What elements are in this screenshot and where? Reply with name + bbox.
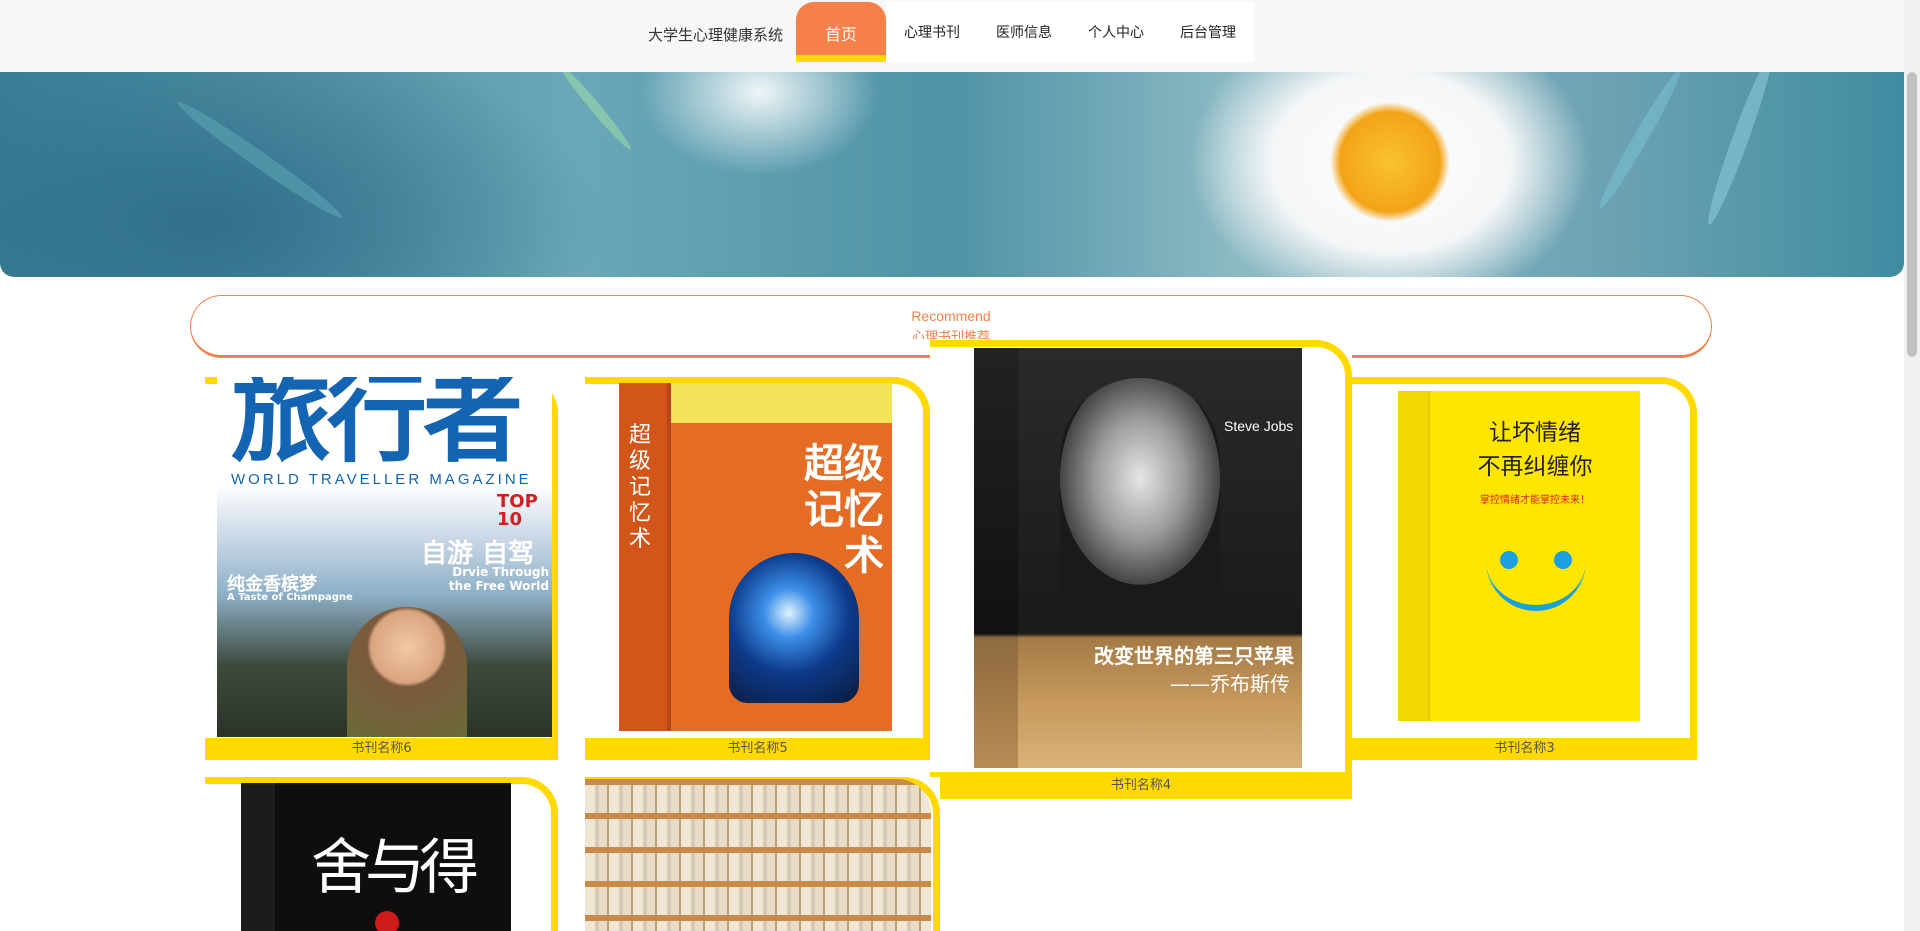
cover-title: 舍与得 — [311, 833, 479, 903]
book-card[interactable]: 舍与得 — [205, 777, 558, 931]
top-navbar: 大学生心理健康系统 首页 心理书刊 医师信息 个人中心 后台管理 — [0, 0, 1904, 72]
portrait — [1060, 378, 1220, 608]
grass-blade — [1593, 72, 1687, 212]
section-title-en: Recommend — [911, 308, 991, 324]
section-title-cn: 心理书刊推荐 — [911, 330, 990, 339]
book-cover: 超级记忆术 超级记忆术 — [619, 383, 892, 731]
book-card[interactable]: 让坏情绪 不再纠缠你 掌控情绪才能掌控未来！ 书刊名称3 — [1352, 377, 1697, 760]
cover-line: Drvie Through the Free World — [448, 565, 549, 593]
cover-title: 让坏情绪 — [1489, 420, 1581, 446]
grass-blade — [173, 96, 347, 224]
nav-admin[interactable]: 后台管理 — [1162, 2, 1254, 62]
grass-blade — [555, 72, 635, 153]
smiley-mouth — [1486, 561, 1586, 611]
page: 大学生心理健康系统 首页 心理书刊 医师信息 个人中心 后台管理 Recomme… — [0, 0, 1920, 931]
book-caption[interactable]: 书刊名称4 — [930, 772, 1352, 799]
cover-subtitle: 掌控情绪才能掌控未来！ — [1480, 495, 1590, 506]
cover-line: A Taste of Champagne — [227, 592, 353, 603]
book-spine — [1398, 391, 1430, 721]
page-scrollbar[interactable] — [1904, 0, 1920, 931]
cover-title: 旅行者 — [231, 377, 523, 476]
cover-title: 改变世界的第三只苹果 — [1094, 644, 1294, 668]
main-nav: 首页 心理书刊 医师信息 个人中心 后台管理 — [796, 2, 1254, 62]
book-card[interactable]: 旅行者 WORLD TRAVELLER MAGAZINE TOP 10 自游 自… — [205, 377, 558, 760]
book-spine — [241, 783, 275, 931]
scrollbar-thumb[interactable] — [1907, 72, 1917, 357]
book-card[interactable] — [585, 777, 940, 931]
book-card[interactable]: 超级记忆术 超级记忆术 书刊名称5 — [585, 377, 930, 760]
grass-blade — [1701, 72, 1779, 228]
book-card[interactable]: Steve Jobs 改变世界的第三只苹果 ——乔布斯传 书刊名称4 — [930, 340, 1352, 800]
cover-badge: TOP 10 — [497, 491, 538, 530]
cover-author: Steve Jobs — [1224, 418, 1294, 434]
book-cover: 舍与得 — [241, 783, 511, 931]
spine-title: 超级记忆术 — [629, 423, 652, 552]
book-caption[interactable]: 书刊名称5 — [585, 738, 930, 760]
book-cover: Steve Jobs 改变世界的第三只苹果 ——乔布斯传 — [974, 348, 1302, 768]
bookshelf-image — [585, 779, 931, 931]
brain-illustration — [729, 553, 859, 703]
cover-band — [671, 383, 892, 423]
red-seal — [375, 911, 399, 931]
nav-profile[interactable]: 个人中心 — [1070, 2, 1162, 62]
nav-books[interactable]: 心理书刊 — [886, 2, 978, 62]
book-cover: 让坏情绪 不再纠缠你 掌控情绪才能掌控未来！ — [1398, 391, 1640, 721]
banner-carousel[interactable] — [0, 72, 1904, 277]
book-caption[interactable]: 书刊名称6 — [205, 738, 558, 760]
cover-subtitle: WORLD TRAVELLER MAGAZINE — [231, 471, 532, 488]
cover-person — [347, 607, 467, 737]
book-caption[interactable]: 书刊名称3 — [1352, 738, 1697, 760]
book-cover: 旅行者 WORLD TRAVELLER MAGAZINE TOP 10 自游 自… — [217, 377, 552, 737]
nav-doctors[interactable]: 医师信息 — [978, 2, 1070, 62]
book-spine — [974, 348, 1018, 768]
cover-subtitle: ——乔布斯传 — [1170, 672, 1290, 696]
nav-home[interactable]: 首页 — [796, 2, 886, 62]
cover-title-line2: 不再纠缠你 — [1477, 454, 1593, 480]
site-brand[interactable]: 大学生心理健康系统 — [648, 24, 783, 45]
